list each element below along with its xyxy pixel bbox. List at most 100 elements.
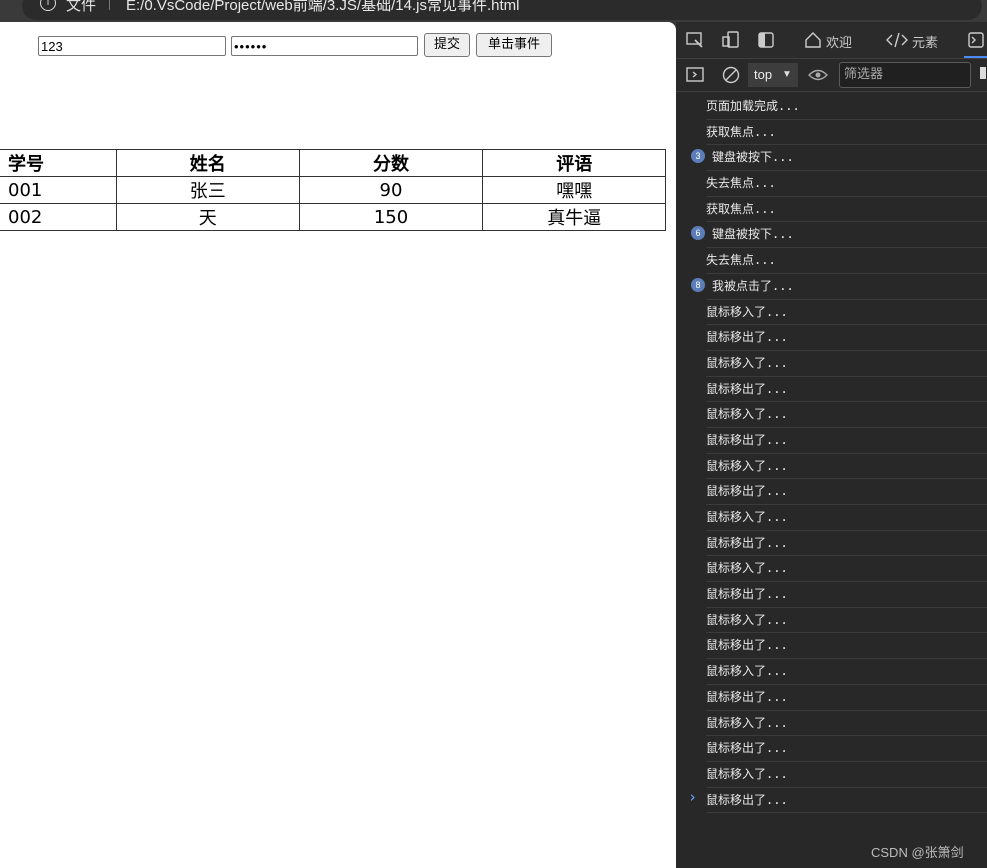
console-message-text: 鼠标移入了... [706,510,788,524]
inspect-icon[interactable] [686,32,704,48]
console-message: 鼠标移入了... [706,762,987,788]
page-viewport: 提交 单击事件 学号 姓名 分数 评语 001 张三 90 嘿嘿 002 天 1… [0,22,676,868]
console-message-text: 获取焦点... [706,124,776,139]
repeat-count-badge: 6 [691,226,705,241]
console-message-text: 键盘被按下... [712,227,794,242]
console-message: 3 键盘被按下... [691,145,987,172]
click-event-button[interactable]: 单击事件 [476,33,552,57]
address-url[interactable]: E:/0.VsCode/Project/web前端/3.JS/基础/14.js常… [126,0,519,15]
home-icon[interactable] [804,31,822,49]
devtools-tabbar: 欢迎 元素 [676,22,987,59]
address-separator [109,0,110,10]
cell-name: 张三 [116,176,300,204]
context-select[interactable]: top ▼ [748,63,798,87]
console-message-text: 鼠标移出了... [706,792,788,807]
cell-score: 90 [298,176,484,204]
header-comment: 评语 [482,149,666,177]
cell-comment: 真牛逼 [482,203,666,231]
console-message-text: 页面加载完成... [706,99,800,113]
console-message-text: 鼠标移出了... [706,638,788,653]
console-message-text: 获取焦点... [706,201,776,216]
console-message: 鼠标移入了... [706,608,987,634]
devtools-panel: 欢迎 元素 top ▼ 筛选器 页面加载完成... 获取焦点... 3 键盘被按下..… [676,22,987,868]
console-message: 鼠标移出了... [706,377,987,403]
console-message: 获取焦点... [706,197,987,223]
cell-score: 150 [298,203,484,231]
clear-console-icon[interactable] [722,66,740,84]
console-message: 鼠标移入了... [706,351,987,377]
cell-id: 001 [0,176,118,204]
file-label: 文件 [66,0,97,14]
context-value: top [754,67,773,82]
console-message: 鼠标移出了... [706,428,987,454]
filter-input[interactable]: 筛选器 [839,62,971,88]
console-message: 鼠标移出了... [706,582,987,608]
console-message-text: 鼠标移入了... [706,561,788,576]
console-message-text: 键盘被按下... [712,150,794,165]
console-message: 鼠标移入了... [706,402,987,428]
submit-button[interactable]: 提交 [424,33,470,57]
table-row: 001 张三 90 嘿嘿 [0,176,666,204]
sidebar-toggle-icon[interactable] [686,67,704,83]
tab-console[interactable] [964,22,987,58]
console-message: 8 我被点击了... [691,274,987,300]
console-message-text: 鼠标移出了... [706,741,788,756]
overflow-icon[interactable] [980,67,986,79]
console-message-text: 我被点击了... [712,278,794,293]
dock-side-icon[interactable] [758,32,774,48]
console-message: 6 键盘被按下... [691,222,987,249]
console-message: 获取焦点... [706,120,987,146]
console-message: 鼠标移入了... [706,711,987,737]
score-table: 学号 姓名 分数 评语 001 张三 90 嘿嘿 002 天 150 真牛逼 [0,149,666,231]
eye-icon[interactable] [808,68,828,82]
console-message-text: 失去焦点... [706,253,776,268]
tab-elements[interactable]: 元素 [912,32,938,51]
console-message-text: 鼠标移入了... [706,664,788,679]
chevron-down-icon: ▼ [782,69,792,80]
console-toolbar: top ▼ 筛选器 [676,59,987,92]
cell-comment: 嘿嘿 [482,176,666,204]
console-message: 鼠标移入了... [706,454,987,480]
console-message-text: 鼠标移出了... [706,381,788,396]
console-message: 鼠标移出了... [706,633,987,660]
console-message: 鼠标移出了... [706,325,987,351]
password-input[interactable] [231,36,418,56]
console-message: 鼠标移出了... [706,531,987,557]
console-message: 鼠标移出了... [706,479,987,505]
console-message-text: 鼠标移入了... [706,458,788,473]
cell-name: 天 [116,203,300,231]
console-message-text: 鼠标移入了... [706,715,788,730]
console-message-text: 失去焦点... [706,176,776,191]
console-message: 鼠标移入了... [706,556,987,583]
console-message-text: 鼠标移出了... [706,330,788,345]
address-bar: i 文件 E:/0.VsCode/Project/web前端/3.JS/基础/1… [0,0,987,22]
console-message-text: 鼠标移入了... [706,766,788,781]
console-message-text: 鼠标移出了... [706,689,788,704]
repeat-count-badge: 3 [691,149,705,164]
code-icon[interactable] [886,32,908,48]
repeat-count-badge: 8 [691,277,705,292]
console-message: 鼠标移入了... [706,505,987,531]
console-message-text: 鼠标移入了... [706,355,788,370]
console-message: 鼠标移出了... [706,736,987,762]
device-emulation-icon[interactable] [722,31,740,49]
table-header-row: 学号 姓名 分数 评语 [0,149,666,177]
console-message: 页面加载完成... [706,94,987,120]
username-input[interactable] [38,36,226,56]
console-message-text: 鼠标移入了... [706,612,788,627]
console-message: 鼠标移入了... [706,300,987,326]
header-name: 姓名 [116,149,300,177]
console-message-text: 鼠标移出了... [706,535,788,550]
console-message-text: 鼠标移入了... [706,304,788,319]
console-message: 鼠标移入了... [706,659,987,685]
console-message-text: 鼠标移出了... [706,587,788,602]
console-prompt-icon[interactable]: › [688,788,697,806]
cell-id: 002 [0,203,118,231]
tab-welcome[interactable]: 欢迎 [826,32,852,51]
console-message-text: 鼠标移入了... [706,407,788,422]
console-message: 失去焦点... [706,248,987,274]
header-id: 学号 [0,149,118,177]
console-message-text: 鼠标移出了... [706,484,788,499]
console-message-text: 鼠标移出了... [706,432,788,447]
console-message: 鼠标移出了... [706,685,987,711]
